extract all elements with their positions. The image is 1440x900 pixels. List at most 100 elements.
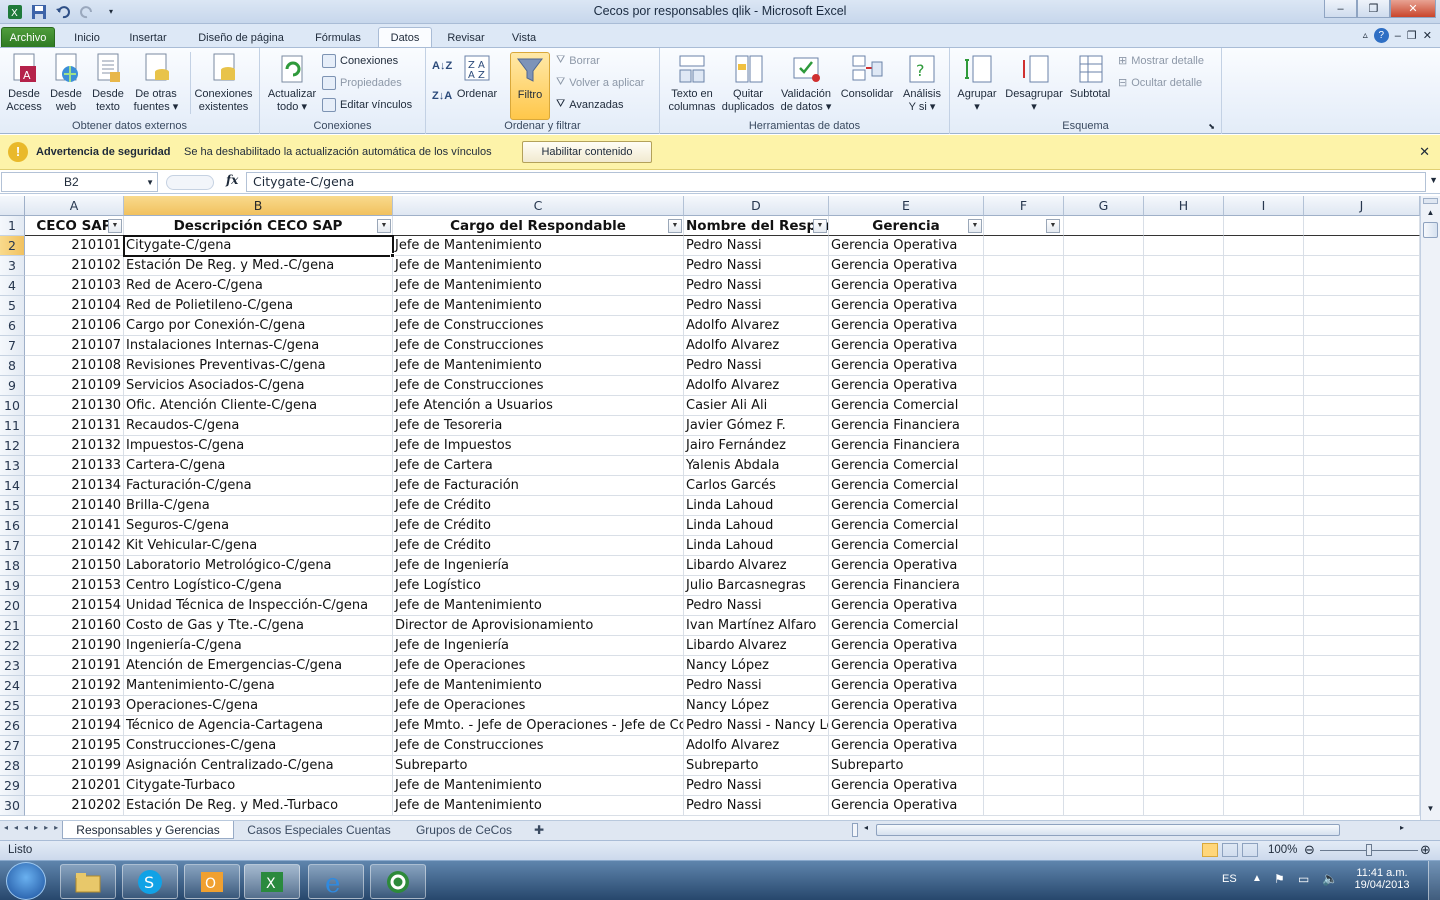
- row-header[interactable]: 29: [0, 776, 25, 796]
- column-header[interactable]: E: [829, 196, 984, 216]
- row-header[interactable]: 1: [0, 216, 25, 236]
- cell[interactable]: [1304, 716, 1420, 736]
- cell[interactable]: [1224, 596, 1304, 616]
- cell[interactable]: Pedro Nassi: [684, 596, 829, 616]
- sheet-tab-responsables[interactable]: Responsables y Gerencias: [62, 821, 234, 839]
- cell[interactable]: Gerencia Comercial: [829, 396, 984, 416]
- otras-fuentes-button[interactable]: De otras fuentes ▾: [130, 52, 182, 114]
- cell[interactable]: Recaudos-C/gena: [124, 416, 393, 436]
- cell[interactable]: [1224, 396, 1304, 416]
- filter-dropdown-icon[interactable]: ▼: [108, 219, 122, 233]
- cell[interactable]: [984, 676, 1064, 696]
- row-header[interactable]: 30: [0, 796, 25, 816]
- cell[interactable]: [1064, 396, 1144, 416]
- scroll-left-icon[interactable]: ◂: [864, 823, 868, 832]
- cell[interactable]: Revisiones Preventivas-C/gena: [124, 356, 393, 376]
- cell[interactable]: [1224, 276, 1304, 296]
- close-button[interactable]: ✕: [1390, 0, 1436, 18]
- cell[interactable]: Centro Logístico-C/gena: [124, 576, 393, 596]
- row-header[interactable]: 17: [0, 536, 25, 556]
- cell[interactable]: [984, 536, 1064, 556]
- column-header[interactable]: J: [1304, 196, 1420, 216]
- cell[interactable]: [984, 756, 1064, 776]
- cell[interactable]: [1144, 776, 1224, 796]
- cell[interactable]: Julio Barcasnegras: [684, 576, 829, 596]
- cell[interactable]: [1304, 636, 1420, 656]
- cell[interactable]: 210132: [25, 436, 124, 456]
- cell[interactable]: [1224, 236, 1304, 256]
- workbook-close-icon[interactable]: ✕: [1423, 29, 1432, 42]
- cell[interactable]: [1304, 336, 1420, 356]
- cell[interactable]: [984, 396, 1064, 416]
- cell[interactable]: [984, 416, 1064, 436]
- cell[interactable]: Unidad Técnica de Inspección-C/gena: [124, 596, 393, 616]
- cell[interactable]: [1144, 456, 1224, 476]
- cell[interactable]: [984, 776, 1064, 796]
- cell[interactable]: [1144, 656, 1224, 676]
- subtotal-button[interactable]: Subtotal: [1066, 52, 1114, 101]
- cell[interactable]: 210192: [25, 676, 124, 696]
- filter-dropdown-icon[interactable]: ▼: [377, 219, 391, 233]
- cell[interactable]: [1144, 336, 1224, 356]
- cell[interactable]: [1144, 736, 1224, 756]
- cell[interactable]: Laboratorio Metrológico-C/gena: [124, 556, 393, 576]
- cell[interactable]: Gerencia Comercial: [829, 496, 984, 516]
- cell[interactable]: [1304, 756, 1420, 776]
- cell[interactable]: [984, 736, 1064, 756]
- row-header[interactable]: 19: [0, 576, 25, 596]
- sheet-nav-icons[interactable]: ◂◂◂▸▸▸: [4, 823, 64, 832]
- cell[interactable]: 210190: [25, 636, 124, 656]
- cell[interactable]: [1064, 436, 1144, 456]
- cell[interactable]: [984, 576, 1064, 596]
- cell[interactable]: [984, 436, 1064, 456]
- cell[interactable]: [1144, 676, 1224, 696]
- cell[interactable]: [1064, 676, 1144, 696]
- cell[interactable]: [1064, 696, 1144, 716]
- select-all-corner[interactable]: [0, 196, 25, 216]
- cell[interactable]: [984, 316, 1064, 336]
- cell[interactable]: [1224, 776, 1304, 796]
- table-header-cell[interactable]: Cargo del Respondable: [393, 216, 684, 236]
- column-header[interactable]: H: [1144, 196, 1224, 216]
- desagrupar-button[interactable]: Desagrupar ▾: [1002, 52, 1066, 114]
- row-header[interactable]: 25: [0, 696, 25, 716]
- cell[interactable]: Pedro Nassi: [684, 296, 829, 316]
- cell[interactable]: 210130: [25, 396, 124, 416]
- enable-content-button[interactable]: Habilitar contenido: [522, 141, 652, 163]
- cell[interactable]: [1144, 396, 1224, 416]
- cell[interactable]: Jefe de Mantenimiento: [393, 776, 684, 796]
- cell[interactable]: Gerencia Operativa: [829, 796, 984, 816]
- cell[interactable]: [984, 236, 1064, 256]
- cell[interactable]: [1224, 796, 1304, 816]
- cell[interactable]: [984, 276, 1064, 296]
- actualizar-todo-button[interactable]: Actualizar todo ▾: [264, 52, 320, 114]
- cell[interactable]: [984, 596, 1064, 616]
- tab-archivo[interactable]: Archivo: [1, 27, 55, 48]
- cell[interactable]: [1064, 376, 1144, 396]
- cell[interactable]: Construcciones-C/gena: [124, 736, 393, 756]
- cell[interactable]: [1304, 356, 1420, 376]
- action-center-flag-icon[interactable]: ⚑: [1274, 872, 1285, 886]
- cell[interactable]: [1224, 296, 1304, 316]
- row-header[interactable]: 4: [0, 276, 25, 296]
- cell[interactable]: Jefe de Construcciones: [393, 376, 684, 396]
- ordenar-button[interactable]: Z AA Z Ordenar: [452, 52, 502, 101]
- cell[interactable]: Linda Lahoud: [684, 516, 829, 536]
- cell[interactable]: Gerencia Operativa: [829, 336, 984, 356]
- column-header[interactable]: G: [1064, 196, 1144, 216]
- cell[interactable]: Jefe Logístico: [393, 576, 684, 596]
- cell[interactable]: Jefe de Cartera: [393, 456, 684, 476]
- cell[interactable]: [1224, 216, 1304, 236]
- tab-formulas[interactable]: Fórmulas: [305, 27, 371, 48]
- ocultar-detalle-button[interactable]: ⊟ Ocultar detalle: [1118, 76, 1202, 90]
- cell[interactable]: Kit Vehicular-C/gena: [124, 536, 393, 556]
- cell[interactable]: [1224, 356, 1304, 376]
- cell[interactable]: [1144, 476, 1224, 496]
- cell[interactable]: [1144, 616, 1224, 636]
- workbook-minimize-icon[interactable]: –: [1395, 30, 1401, 42]
- tab-vista[interactable]: Vista: [500, 27, 548, 48]
- cell[interactable]: Libardo Alvarez: [684, 556, 829, 576]
- cell[interactable]: Gerencia Operativa: [829, 376, 984, 396]
- cell[interactable]: 210133: [25, 456, 124, 476]
- cell[interactable]: Estación De Reg. y Med.-Turbaco: [124, 796, 393, 816]
